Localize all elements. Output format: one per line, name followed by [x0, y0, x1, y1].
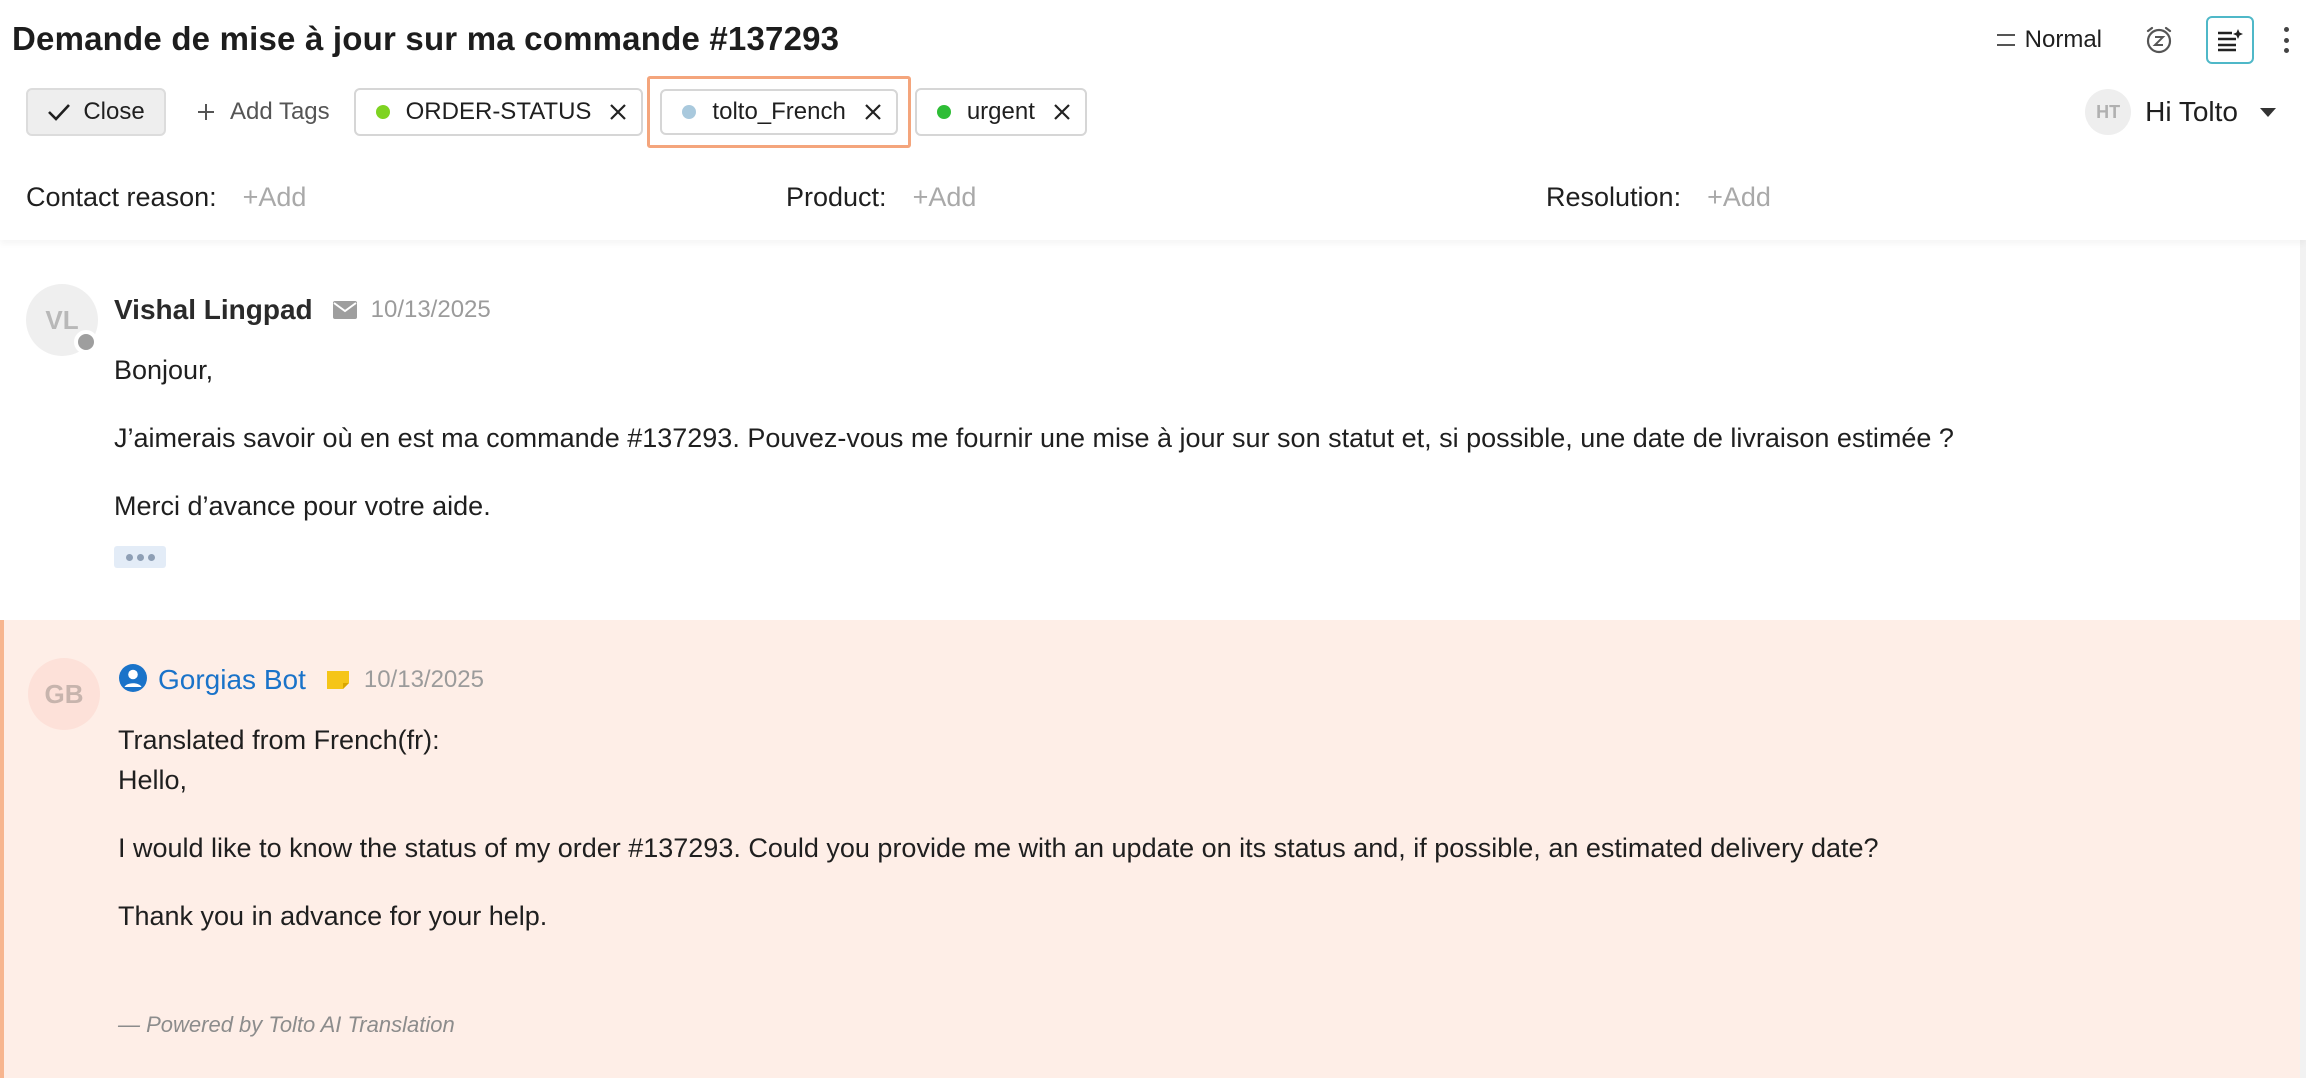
translation-header: Translated from French(fr):: [118, 725, 440, 755]
check-icon: [48, 104, 71, 121]
show-quoted-text-button[interactable]: [114, 546, 166, 568]
message-line: I would like to know the status of my or…: [118, 833, 1879, 863]
message-line: Hello,: [118, 765, 188, 795]
priority-equal-icon: [1996, 34, 2015, 46]
tag-label: urgent: [966, 98, 1035, 125]
tag-tolto-french[interactable]: tolto_French: [660, 89, 898, 135]
bot-user-icon: [118, 663, 148, 698]
priority-selector[interactable]: Normal: [1996, 26, 2102, 54]
add-product-button[interactable]: +Add: [913, 182, 977, 213]
plus-icon: [198, 104, 214, 120]
tag-label: tolto_French: [712, 98, 846, 125]
priority-label: Normal: [2024, 26, 2102, 53]
tag-urgent[interactable]: urgent: [914, 88, 1087, 136]
ticket-title: Demande de mise à jour sur ma commande #…: [12, 20, 840, 57]
snooze-icon[interactable]: [2142, 23, 2176, 57]
user-avatar: HT: [2085, 89, 2132, 135]
add-tags-button[interactable]: Add Tags: [196, 88, 330, 136]
message-body: Translated from French(fr): Hello, I wou…: [118, 720, 1879, 936]
add-contact-reason-button[interactable]: +Add: [243, 182, 307, 213]
close-label: Close: [83, 98, 145, 125]
message-line: Merci d’avance pour votre aide.: [114, 491, 491, 521]
field-label: Product:: [786, 182, 887, 212]
message-date: 10/13/2025: [370, 296, 491, 323]
header-actions: Normal: [1996, 16, 2306, 64]
message-line: Bonjour,: [114, 355, 214, 385]
internal-note-icon: [326, 670, 350, 690]
message-line: Thank you in advance for your help.: [118, 901, 548, 931]
bot-translation-message: GB Gorgias Bot 10/13/2025 Translated fro…: [0, 620, 2300, 1078]
remove-tag-icon[interactable]: [864, 103, 882, 121]
highlighted-tag-frame: tolto_French: [647, 76, 911, 148]
remove-tag-icon[interactable]: [609, 103, 627, 121]
tag-color-dot: [375, 105, 390, 119]
sender-name[interactable]: Gorgias Bot: [158, 664, 306, 696]
ticket-header: Demande de mise à jour sur ma commande #…: [0, 0, 2306, 240]
message-line: J’aimerais savoir où en est ma commande …: [114, 423, 1954, 453]
more-options-icon[interactable]: [2276, 23, 2296, 57]
tags-row: Close Add Tags ORDER-STATUS tolto_French: [26, 76, 1087, 148]
avatar-initials: VL: [45, 304, 79, 335]
tag-order-status[interactable]: ORDER-STATUS: [353, 88, 644, 136]
close-ticket-button[interactable]: Close: [26, 88, 166, 136]
translation-footer: — Powered by Tolto AI Translation: [118, 1012, 455, 1037]
avatar: GB: [28, 658, 100, 730]
add-tags-label: Add Tags: [230, 98, 330, 125]
caret-down-icon: [2260, 107, 2276, 117]
ticket-fields: Contact reason: +Add Product: +Add Resol…: [26, 182, 2286, 218]
customer-message: VL Vishal Lingpad 10/13/2025 Bonjour, J’…: [0, 240, 2300, 620]
assignee-menu[interactable]: HT Hi Tolto: [2085, 88, 2276, 136]
field-contact-reason: Contact reason: +Add: [26, 182, 306, 213]
thread-scrollbar[interactable]: [2300, 240, 2306, 1078]
message-date: 10/13/2025: [363, 666, 484, 693]
tag-color-dot: [936, 105, 951, 119]
avatar: VL: [26, 284, 98, 356]
user-name: Hi Tolto: [2145, 96, 2238, 127]
message-meta: Vishal Lingpad 10/13/2025: [114, 292, 491, 328]
field-product: Product: +Add: [786, 182, 976, 213]
list-sparkle-icon: [2218, 29, 2243, 52]
email-icon: [332, 301, 357, 319]
tag-label: ORDER-STATUS: [405, 98, 592, 125]
message-thread: VL Vishal Lingpad 10/13/2025 Bonjour, J’…: [0, 240, 2300, 1078]
field-resolution: Resolution: +Add: [1546, 182, 1771, 213]
status-dot: [74, 330, 98, 354]
side-panel-toggle-button[interactable]: [2206, 16, 2254, 64]
remove-tag-icon[interactable]: [1053, 103, 1071, 121]
field-label: Contact reason:: [26, 182, 217, 212]
message-meta: Gorgias Bot 10/13/2025: [118, 662, 484, 698]
message-body: Bonjour, J’aimerais savoir où en est ma …: [114, 350, 1954, 568]
sender-name[interactable]: Vishal Lingpad: [114, 294, 313, 326]
tag-color-dot: [682, 105, 697, 119]
add-resolution-button[interactable]: +Add: [1707, 182, 1771, 213]
field-label: Resolution:: [1546, 182, 1682, 212]
